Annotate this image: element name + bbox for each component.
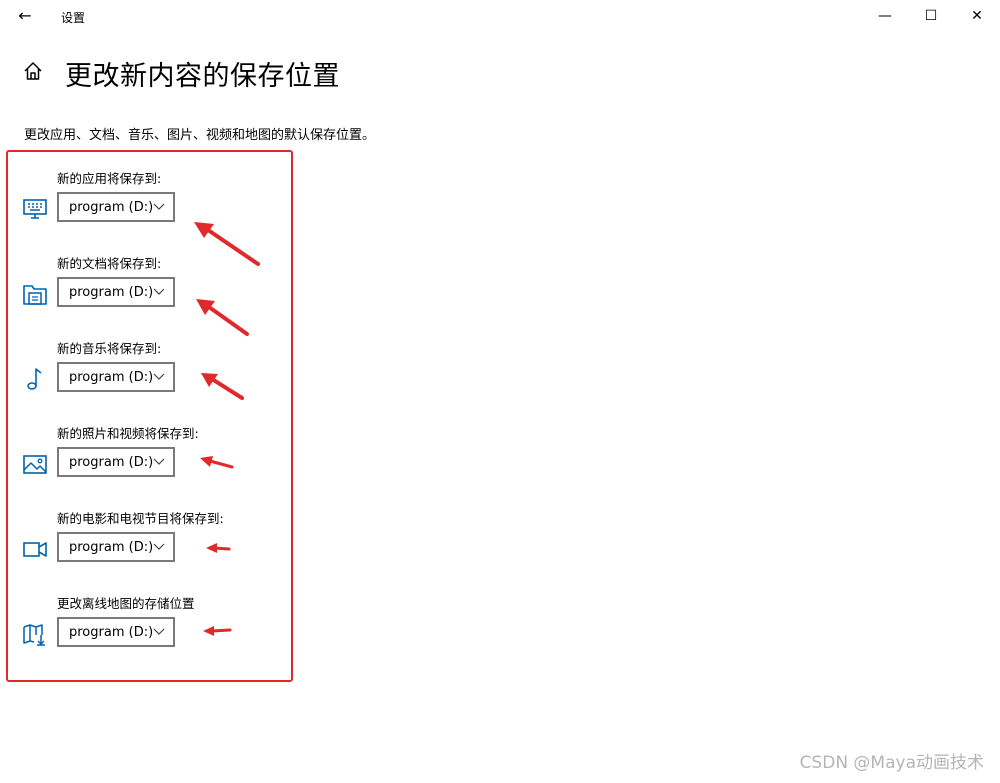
section-label: 新的音乐将保存到:: [57, 341, 162, 356]
chevron-down-icon: [153, 543, 165, 550]
back-button[interactable]: ←: [14, 6, 36, 26]
title-bar: ← 设置 — ☐ ✕: [0, 0, 1000, 34]
video-camera-icon: [23, 542, 47, 557]
section-label: 新的电影和电视节目将保存到:: [57, 511, 224, 526]
chevron-down-icon: [153, 458, 165, 465]
section-label: 新的文档将保存到:: [57, 256, 162, 271]
section-label: 更改离线地图的存储位置: [57, 596, 195, 611]
dropdown-value: program (D:): [69, 370, 154, 385]
maximize-button[interactable]: ☐: [908, 0, 954, 32]
music-location-dropdown[interactable]: program (D:): [57, 362, 175, 392]
annotation-arrow: [203, 626, 232, 636]
dropdown-value: program (D:): [69, 540, 154, 555]
chevron-down-icon: [153, 373, 165, 380]
music-save-location: 新的音乐将保存到: program (D:): [0, 338, 300, 418]
watermark: CSDN @Maya动画技术: [799, 753, 984, 773]
apps-location-dropdown[interactable]: program (D:): [57, 192, 175, 222]
page-description: 更改应用、文档、音乐、图片、视频和地图的默认保存位置。: [24, 128, 376, 143]
documents-location-dropdown[interactable]: program (D:): [57, 277, 175, 307]
dropdown-value: program (D:): [69, 625, 154, 640]
window-title: 设置: [61, 11, 86, 25]
movies-location-dropdown[interactable]: program (D:): [57, 532, 175, 562]
picture-icon: [23, 455, 47, 474]
annotation-arrow: [194, 222, 260, 266]
section-label: 新的应用将保存到:: [57, 171, 162, 186]
chevron-down-icon: [153, 288, 165, 295]
movies-tv-save-location: 新的电影和电视节目将保存到: program (D:): [0, 508, 300, 588]
documents-folder-icon: [23, 285, 47, 305]
map-download-icon: [23, 624, 45, 646]
close-button[interactable]: ✕: [954, 0, 1000, 32]
photos-location-dropdown[interactable]: program (D:): [57, 447, 175, 477]
annotation-arrow: [200, 456, 234, 469]
dropdown-value: program (D:): [69, 200, 154, 215]
dropdown-value: program (D:): [69, 455, 154, 470]
offline-maps-save-location: 更改离线地图的存储位置 program (D:): [0, 593, 300, 673]
photos-videos-save-location: 新的照片和视频将保存到: program (D:): [0, 423, 300, 503]
page-title: 更改新内容的保存位置: [65, 61, 340, 92]
minimize-button[interactable]: —: [862, 0, 908, 32]
home-icon[interactable]: [22, 60, 44, 82]
monitor-icon: [23, 199, 47, 219]
annotation-arrow: [206, 543, 231, 553]
annotation-arrow: [196, 299, 249, 336]
dropdown-value: program (D:): [69, 285, 154, 300]
maps-location-dropdown[interactable]: program (D:): [57, 617, 175, 647]
chevron-down-icon: [153, 628, 165, 635]
music-note-icon: [27, 368, 42, 390]
chevron-down-icon: [153, 203, 165, 210]
annotation-arrow: [201, 373, 244, 400]
section-label: 新的照片和视频将保存到:: [57, 426, 199, 441]
